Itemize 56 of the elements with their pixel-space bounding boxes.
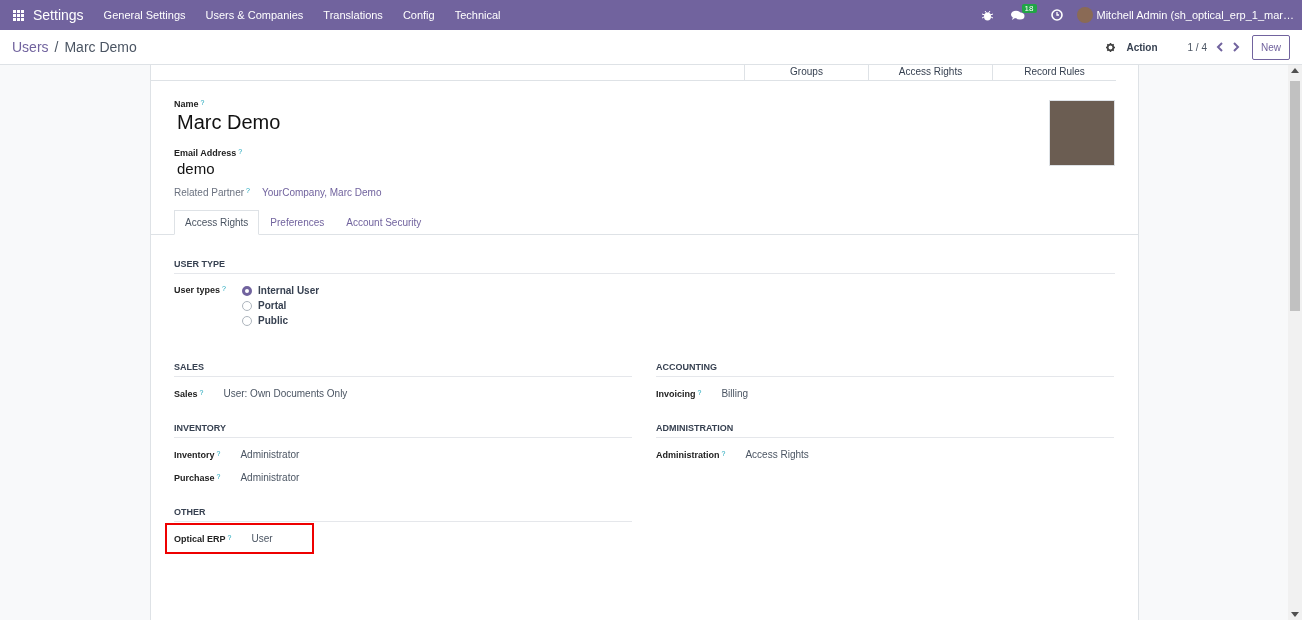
breadcrumb-separator: / xyxy=(54,39,59,55)
field-value[interactable]: Access Rights xyxy=(745,449,809,460)
menu-item[interactable]: Users & Companies xyxy=(205,9,304,21)
breadcrumb-current: Marc Demo xyxy=(64,39,137,55)
field-value[interactable]: User xyxy=(251,533,273,544)
email-field[interactable]: demo xyxy=(177,160,215,177)
section-title: ADMINISTRATION xyxy=(656,423,1114,438)
field-label: Email Address xyxy=(174,148,237,158)
user-menu[interactable]: Mitchell Admin (sh_optical_erp_1_mar… xyxy=(1096,9,1294,21)
field-label: User types xyxy=(174,285,221,295)
menu-item[interactable]: Translations xyxy=(323,9,383,21)
radio-option[interactable]: Internal User xyxy=(242,285,320,296)
photo-placeholder xyxy=(1049,100,1115,166)
field-label: Invoicing xyxy=(656,388,696,399)
radio-option[interactable]: Portal xyxy=(242,300,320,311)
section-title: OTHER xyxy=(174,507,632,522)
clock-icon[interactable] xyxy=(1050,9,1063,21)
message-count-badge: 18 xyxy=(1021,3,1037,13)
section-title: INVENTORY xyxy=(174,423,632,438)
field-label: Administration xyxy=(656,449,720,460)
field-label: Purchase xyxy=(174,472,215,483)
previous-chevron-icon[interactable] xyxy=(1216,42,1224,52)
field-label: Inventory xyxy=(174,449,215,460)
bug-icon[interactable] xyxy=(981,9,993,21)
new-button[interactable]: New xyxy=(1252,34,1290,60)
field-label: Name xyxy=(174,99,199,109)
scroll-down-arrow-icon[interactable] xyxy=(1291,612,1299,617)
section-title: ACCOUNTING xyxy=(656,362,1114,377)
scroll-up-arrow-icon[interactable] xyxy=(1291,68,1299,73)
section-title: SALES xyxy=(174,362,632,377)
field-value[interactable]: Billing xyxy=(721,388,749,399)
menu-item[interactable]: Technical xyxy=(454,9,501,21)
apps-menu-icon[interactable] xyxy=(13,9,24,21)
field-label: Optical ERP xyxy=(174,533,226,544)
radio-option[interactable]: Public xyxy=(242,315,320,326)
field-label: Sales xyxy=(174,388,198,399)
field-value[interactable]: Administrator xyxy=(240,472,300,483)
pager-counter: 1 / 4 xyxy=(1187,41,1207,53)
scrollbar[interactable] xyxy=(1288,65,1302,620)
section-title: USER TYPE xyxy=(174,259,1115,274)
breadcrumb-link[interactable]: Users xyxy=(12,39,49,55)
menu-item[interactable]: General Settings xyxy=(103,9,186,21)
field-label: Related Partner xyxy=(174,187,245,198)
field-value[interactable]: User: Own Documents Only xyxy=(223,388,348,399)
name-field[interactable]: Marc Demo xyxy=(177,111,281,134)
partner-link[interactable]: YourCompany, Marc Demo xyxy=(261,187,382,198)
app-name[interactable]: Settings xyxy=(33,7,84,23)
gear-icon xyxy=(1106,42,1116,52)
next-chevron-icon[interactable] xyxy=(1232,42,1240,52)
menu-item[interactable]: Config xyxy=(402,9,435,21)
action-menu-button[interactable]: Action xyxy=(1100,40,1164,54)
tab[interactable]: Preferences xyxy=(259,210,336,235)
tab[interactable]: Account Security xyxy=(335,210,433,235)
chat-icon[interactable] xyxy=(1010,9,1025,21)
field-value[interactable]: Administrator xyxy=(240,449,300,460)
tab[interactable]: Access Rights xyxy=(174,210,260,235)
